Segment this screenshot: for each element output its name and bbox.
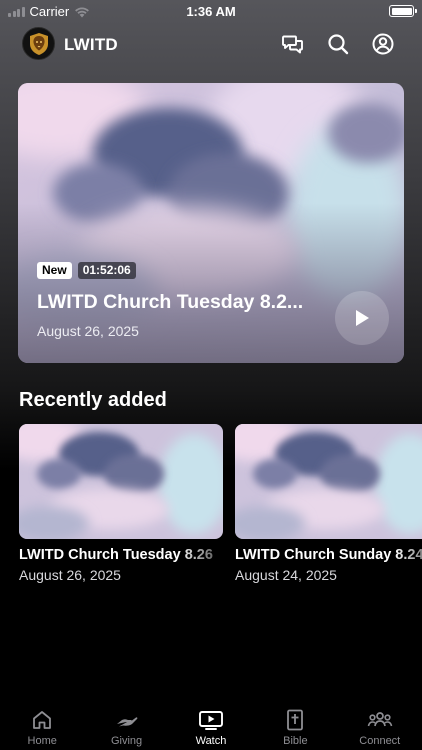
hero-title: LWITD Church Tuesday 8.2...: [37, 291, 304, 313]
play-icon: [356, 310, 369, 326]
giving-hand-icon: [116, 717, 137, 727]
status-bar: Carrier 1:36 AM: [0, 0, 422, 22]
tab-watch[interactable]: Watch: [169, 700, 253, 750]
app-title: LWITD: [64, 35, 118, 54]
video-card-date: August 24, 2025: [235, 567, 337, 583]
battery-icon: [389, 5, 417, 17]
tab-label: Home: [27, 735, 57, 747]
bible-icon: [287, 709, 304, 731]
play-button[interactable]: [335, 291, 389, 345]
hero-badges: New 01:52:06: [37, 262, 136, 279]
video-card-title: LWITD Church Tuesday 8.26: [19, 547, 213, 563]
video-card-date: August 26, 2025: [19, 567, 121, 583]
app-screen: Carrier 1:36 AM LWITD New 01:52:06 LWITD…: [0, 0, 422, 750]
video-thumbnail: [235, 424, 422, 539]
duration-badge: 01:52:06: [77, 262, 136, 279]
people-icon: [367, 712, 393, 727]
church-logo[interactable]: [22, 27, 55, 60]
tab-connect[interactable]: Connect: [338, 700, 422, 750]
home-icon: [33, 711, 52, 729]
watch-play-icon: [199, 711, 223, 730]
tab-home[interactable]: Home: [0, 700, 84, 750]
hero-date: August 26, 2025: [37, 323, 139, 339]
section-title-recently-added: Recently added: [19, 389, 167, 411]
video-card-title: LWITD Church Sunday 8.24: [235, 547, 422, 563]
tab-giving[interactable]: Giving: [84, 700, 168, 750]
video-card[interactable]: LWITD Church Tuesday 8.26 August 26, 202…: [19, 424, 223, 583]
featured-video-card[interactable]: New 01:52:06 LWITD Church Tuesday 8.2...…: [18, 83, 404, 363]
chat-icon[interactable]: [281, 32, 305, 56]
lion-crest-icon: [29, 32, 48, 55]
app-header: LWITD: [0, 24, 422, 64]
new-badge: New: [37, 262, 72, 279]
tab-label: Giving: [110, 735, 143, 747]
tab-label: Watch: [195, 735, 227, 747]
search-icon[interactable]: [326, 32, 350, 56]
tab-label: Connect: [359, 735, 401, 747]
tab-bible[interactable]: Bible: [253, 700, 337, 750]
profile-icon[interactable]: [371, 32, 395, 56]
tab-label: Bible: [283, 735, 308, 747]
video-thumbnail: [19, 424, 223, 539]
tab-bar: Home Giving Watch Bible Connect: [0, 700, 422, 750]
status-time: 1:36 AM: [186, 4, 236, 19]
video-card[interactable]: LWITD Church Sunday 8.24 August 24, 2025: [235, 424, 422, 583]
